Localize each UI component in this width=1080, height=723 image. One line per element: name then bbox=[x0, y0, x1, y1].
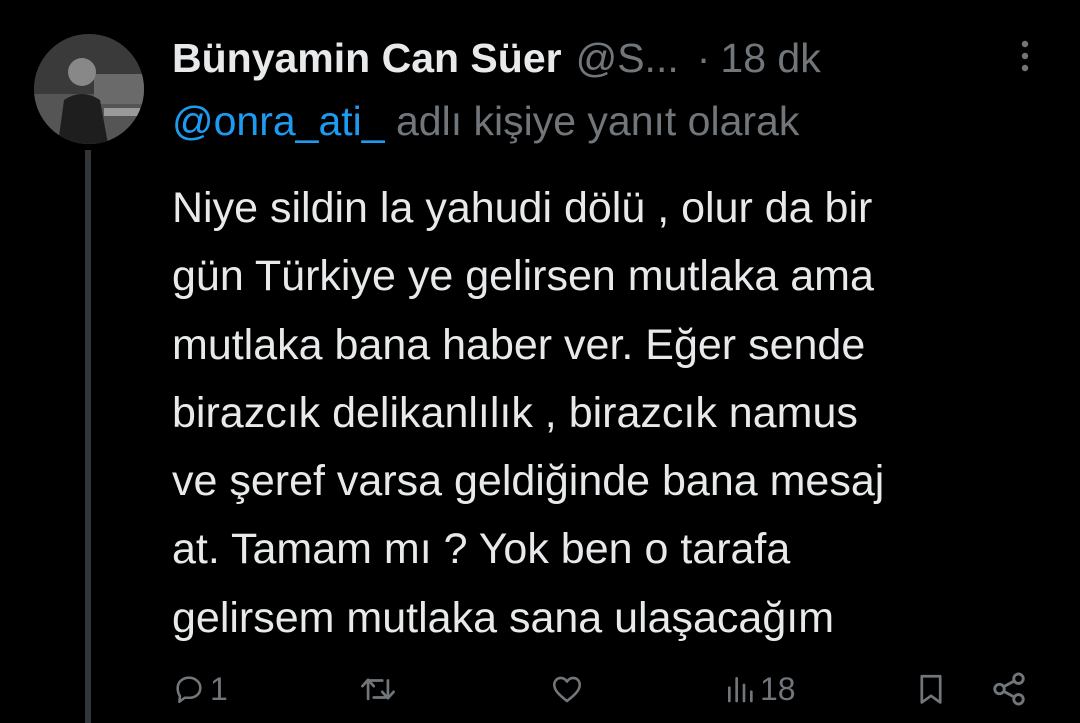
avatar[interactable] bbox=[34, 34, 144, 144]
tweet-text: Niye sildin la yahudi dölü , olur da bir… bbox=[172, 174, 1052, 652]
bookmark-button[interactable] bbox=[914, 664, 948, 714]
retweet-button[interactable] bbox=[358, 664, 402, 714]
view-count: 18 bbox=[760, 670, 796, 707]
tweet-text-line: at. Tamam mı ? Yok ben o tarafa bbox=[172, 525, 791, 574]
reply-suffix: adlı kişiye yanıt olarak bbox=[396, 98, 800, 144]
bookmark-icon bbox=[914, 670, 948, 708]
tweet-actions: 1 18 bbox=[0, 664, 1080, 714]
replying-to: @onra_ati_ adlı kişiye yanıt olarak bbox=[172, 98, 799, 145]
tweet-text-line: gelirsem mutlaka sana ulaşacağım bbox=[172, 593, 835, 642]
tweet-text-line: gün Türkiye ye gelirsen mutlaka ama bbox=[172, 252, 874, 301]
tweet-text-line: Niye sildin la yahudi dölü , olur da bir bbox=[172, 184, 873, 232]
reply-icon bbox=[172, 672, 206, 706]
avatar-photo bbox=[34, 34, 144, 144]
share-button[interactable] bbox=[990, 664, 1028, 714]
thread-line bbox=[85, 150, 91, 723]
heart-icon bbox=[549, 672, 585, 706]
tweet-text-line: ve şeref varsa geldiğinde bana mesaj bbox=[172, 457, 885, 506]
reply-mention-link[interactable]: @onra_ati_ bbox=[172, 98, 385, 144]
more-vertical-icon[interactable] bbox=[1012, 38, 1038, 74]
share-icon bbox=[990, 670, 1028, 708]
bar-chart-icon bbox=[724, 672, 756, 706]
retweet-icon bbox=[358, 672, 398, 706]
separator-dot: · bbox=[696, 34, 711, 81]
author-handle[interactable]: @S... bbox=[576, 35, 679, 82]
views-button[interactable]: 18 bbox=[724, 664, 796, 714]
like-button[interactable] bbox=[549, 664, 589, 714]
tweet-time[interactable]: 18 dk bbox=[720, 35, 820, 82]
author-name[interactable]: Bünyamin Can Süer bbox=[172, 35, 562, 82]
tweet-text-line: mutlaka bana haber ver. Eğer sende bbox=[172, 320, 866, 369]
reply-button[interactable]: 1 bbox=[172, 664, 228, 714]
tweet-header: Bünyamin Can Süer @S... · 18 dk bbox=[172, 30, 821, 86]
tweet-text-line: birazcık delikanlılık , birazcık namus bbox=[172, 388, 858, 437]
reply-count: 1 bbox=[210, 670, 228, 707]
